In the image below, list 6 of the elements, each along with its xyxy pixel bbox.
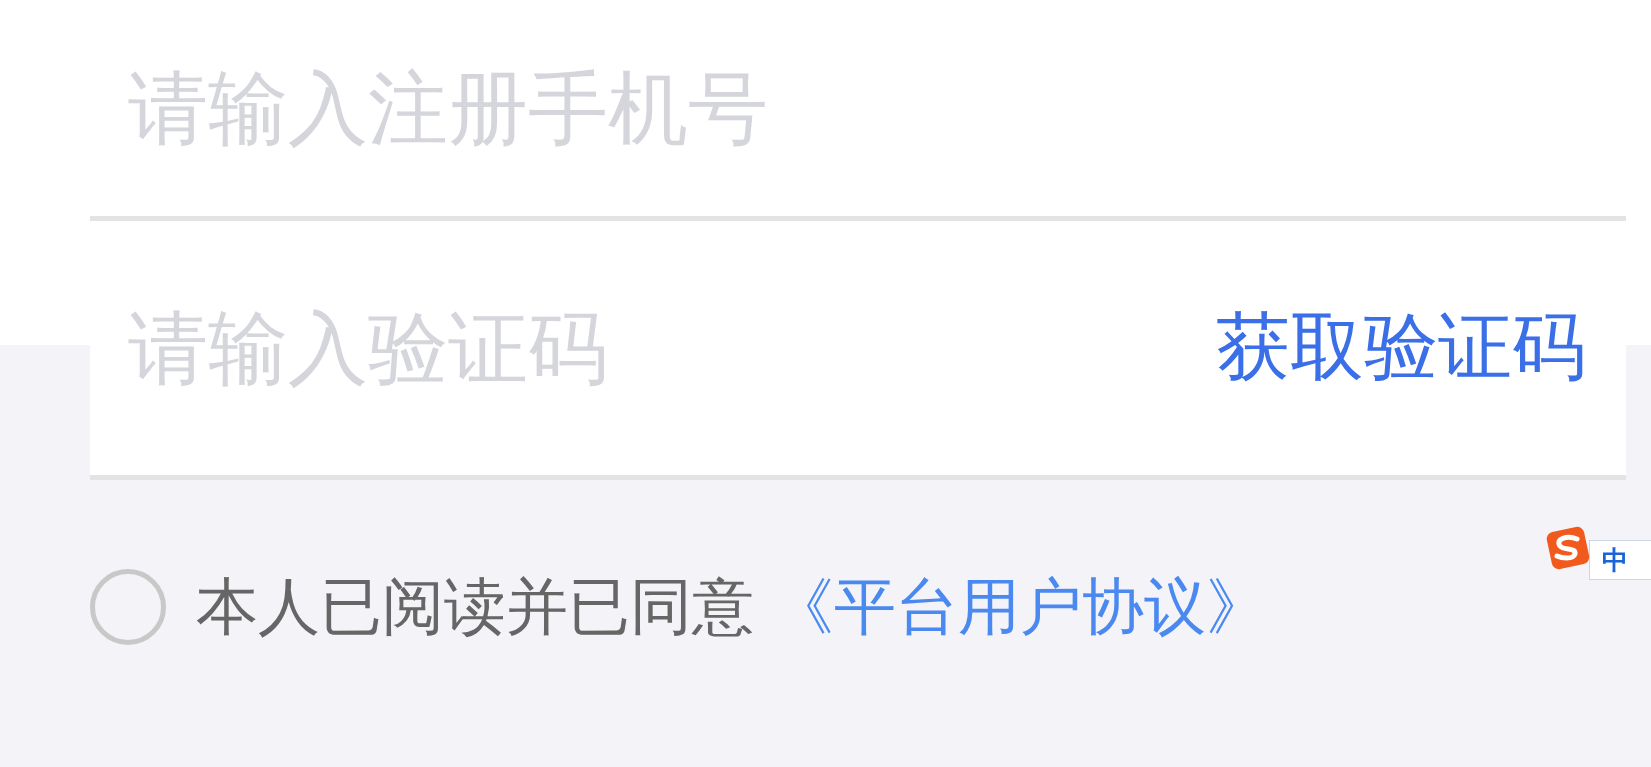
agreement-text: 本人已阅读并已同意 <box>196 569 754 645</box>
agreement-link[interactable]: 《平台用户协议》 <box>772 565 1268 649</box>
ime-mode-label: 中 <box>1602 543 1628 577</box>
get-code-button[interactable]: 获取验证码 <box>1216 298 1586 398</box>
agree-radio[interactable] <box>90 569 166 645</box>
ime-status-bar[interactable]: 中 <box>1589 540 1651 580</box>
